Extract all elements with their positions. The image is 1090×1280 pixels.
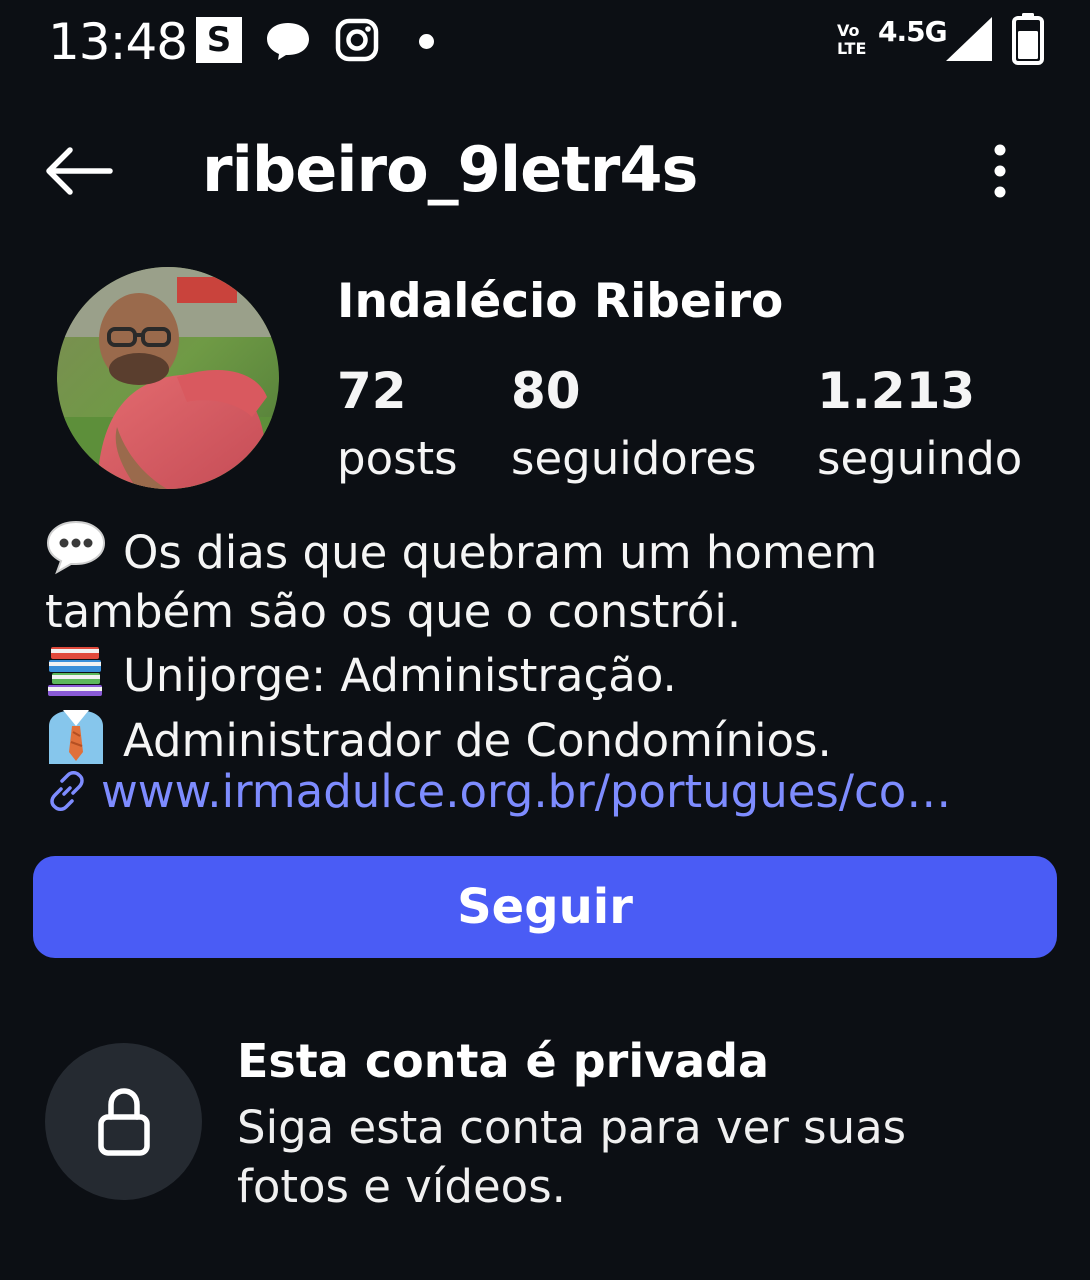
- following-stat[interactable]: 1.213 seguindo: [817, 360, 1022, 490]
- lock-icon: [98, 1088, 150, 1156]
- bio-link-text[interactable]: www.irmadulce.org.br/portugues/co…: [101, 765, 951, 818]
- followers-label: seguidores: [511, 432, 757, 485]
- bio-line-3-text: Unijorge: Administração.: [123, 649, 677, 702]
- lock-circle: [45, 1043, 202, 1200]
- profile-bio: Os dias que quebram um homem também são …: [45, 518, 1055, 770]
- private-account-title: Esta conta é privada: [237, 1034, 770, 1088]
- status-bar: 13:48 S Vo LTE 4.5G: [0, 0, 1090, 84]
- bio-line-3: Unijorge: Administração.: [45, 641, 1055, 706]
- more-vertical-icon: [994, 144, 1006, 198]
- bio-line-1-text: Os dias que quebram um homem: [123, 526, 878, 579]
- volte-bottom-text: LTE: [837, 39, 867, 58]
- private-account-description: Siga esta conta para ver suas fotos e ví…: [237, 1098, 1037, 1216]
- books-emoji: [48, 647, 102, 696]
- arrow-left-icon: [46, 147, 113, 195]
- bio-line-4: Administrador de Condomínios.: [45, 706, 1055, 771]
- followers-stat[interactable]: 80 seguidores: [511, 360, 756, 490]
- bio-line-1: Os dias que quebram um homem: [45, 518, 1055, 583]
- posts-count: 72: [337, 362, 407, 420]
- back-button[interactable]: [40, 140, 116, 202]
- man-in-suit-emoji: [49, 709, 103, 764]
- battery-icon: [1012, 13, 1044, 65]
- following-label: seguindo: [817, 432, 1023, 485]
- instagram-icon: [335, 18, 379, 62]
- notification-dot: [419, 34, 434, 49]
- profile-display-name: Indalécio Ribeiro: [337, 274, 784, 329]
- follow-button[interactable]: Seguir: [33, 856, 1057, 958]
- s-app-icon: S: [196, 17, 242, 63]
- private-desc-line-2: fotos e vídeos.: [237, 1160, 566, 1213]
- network-type: 4.5G: [878, 15, 948, 48]
- status-time: 13:48: [48, 13, 188, 71]
- bio-website-link[interactable]: www.irmadulce.org.br/portugues/co…: [45, 762, 1045, 822]
- speech-balloon-emoji: [46, 520, 106, 575]
- followers-count: 80: [511, 362, 581, 420]
- posts-stat[interactable]: 72 posts: [337, 360, 458, 490]
- link-icon: [50, 771, 84, 811]
- bio-line-2: também são os que o constrói.: [45, 584, 742, 638]
- chat-bubble-icon: [267, 23, 309, 60]
- following-count: 1.213: [817, 362, 976, 420]
- profile-username-title: ribeiro_9letr4s: [202, 133, 698, 206]
- signal-icon: [946, 17, 992, 61]
- bio-line-4-text: Administrador de Condomínios.: [123, 713, 832, 767]
- volte-top-text: Vo: [837, 21, 860, 40]
- more-options-button[interactable]: [980, 140, 1020, 202]
- posts-label: posts: [337, 432, 458, 485]
- private-desc-line-1: Siga esta conta para ver suas: [237, 1101, 907, 1154]
- profile-avatar[interactable]: [57, 267, 279, 489]
- volte-icon: Vo LTE: [837, 22, 877, 62]
